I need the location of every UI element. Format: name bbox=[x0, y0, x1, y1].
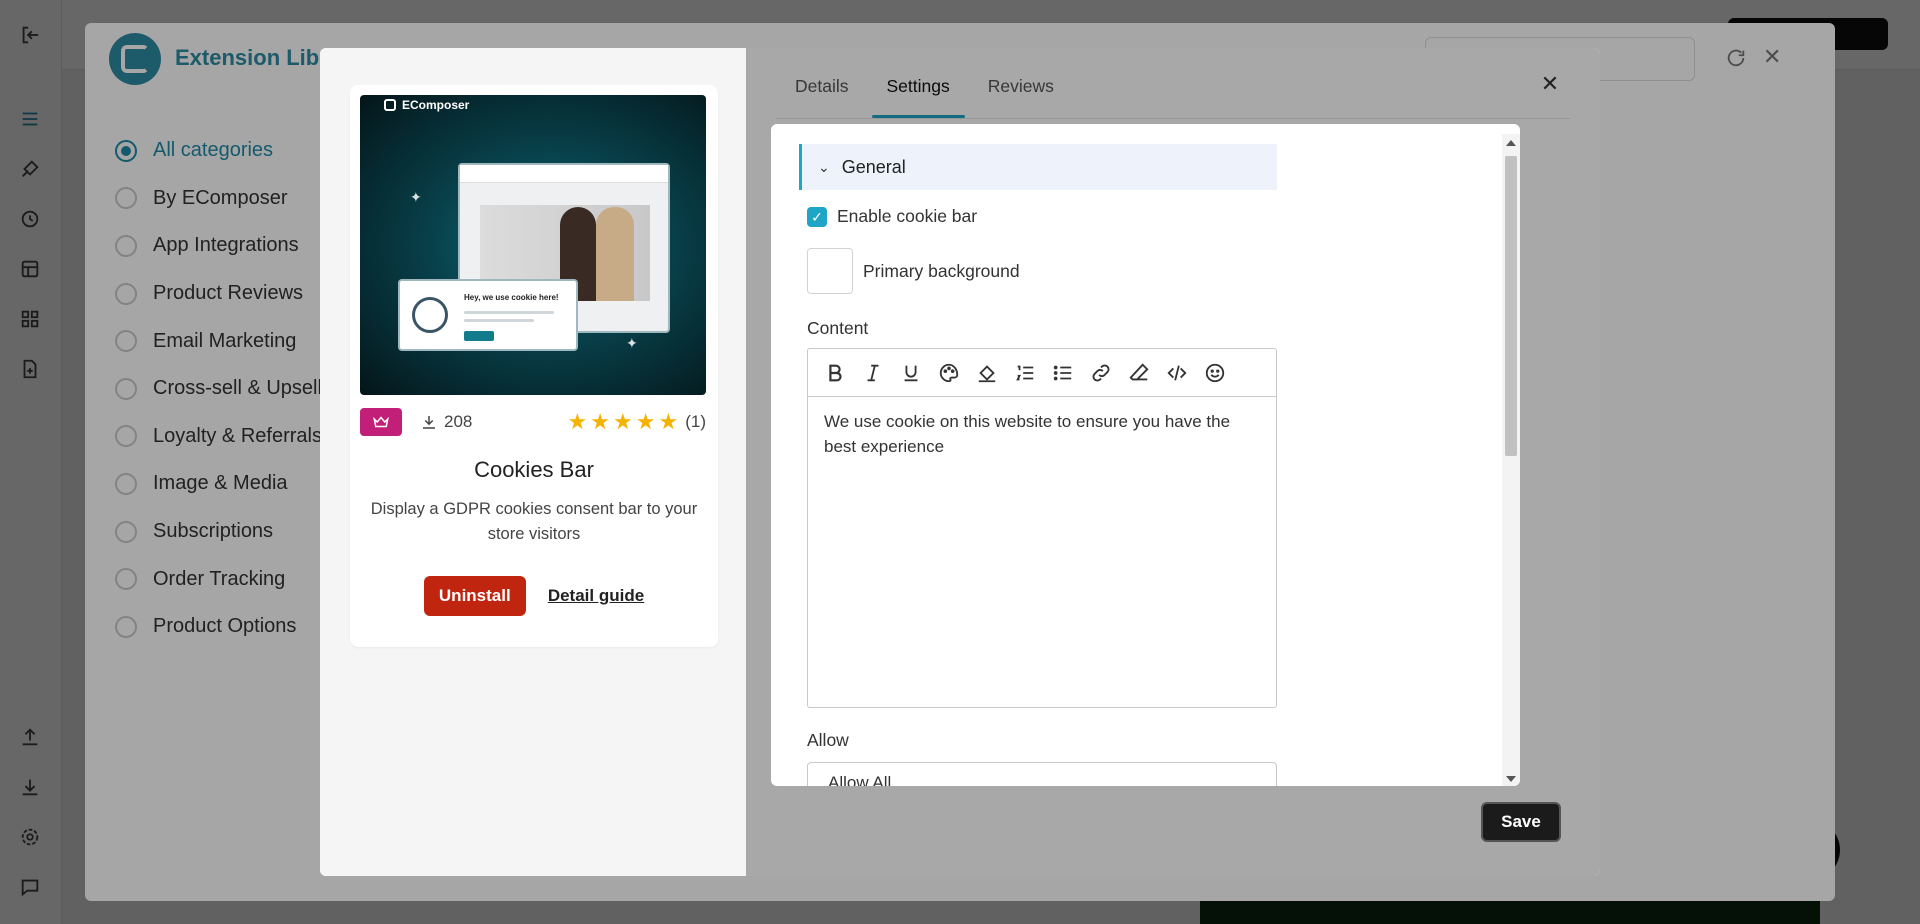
extension-description: Display a GDPR cookies consent bar to yo… bbox=[370, 500, 698, 543]
save-button[interactable]: Save bbox=[1481, 802, 1561, 842]
scroll-up-icon[interactable] bbox=[1506, 140, 1516, 146]
extension-actions: Uninstall Detail guide bbox=[350, 576, 718, 616]
extension-thumbnail: EComposer ✦ ✦ Hey, we use cookie here! bbox=[360, 95, 706, 395]
star-icon: ★ bbox=[567, 409, 588, 434]
settings-panel: ⌄ General ✓ Enable cookie bar Primary ba… bbox=[771, 124, 1520, 786]
sparkle-icon: ✦ bbox=[410, 189, 422, 205]
enable-cookie-bar-checkbox[interactable]: ✓ bbox=[807, 206, 827, 227]
uninstall-button[interactable]: Uninstall bbox=[423, 576, 526, 616]
italic-icon[interactable] bbox=[862, 362, 884, 384]
allow-button-text-input[interactable]: Allow All bbox=[807, 762, 1277, 786]
detail-left-pane: EComposer ✦ ✦ Hey, we use cookie here! 2… bbox=[320, 48, 746, 876]
enable-cookie-bar-row: ✓ Enable cookie bar bbox=[807, 206, 977, 227]
primary-background-color-picker[interactable] bbox=[807, 248, 853, 294]
chevron-down-icon: ⌄ bbox=[818, 158, 830, 175]
settings-scrollbar[interactable] bbox=[1502, 134, 1520, 786]
emoji-icon[interactable] bbox=[1204, 362, 1226, 384]
content-rich-text-editor[interactable]: We use cookie on this website to ensure … bbox=[807, 348, 1277, 708]
star-icon: ★ bbox=[590, 409, 611, 434]
thumbnail-brand: EComposer bbox=[384, 95, 469, 115]
detail-guide-link[interactable]: Detail guide bbox=[548, 586, 644, 606]
eraser-icon[interactable] bbox=[1128, 362, 1150, 384]
content-label: Content bbox=[807, 318, 869, 338]
bold-icon[interactable] bbox=[824, 362, 846, 384]
allow-label: Allow bbox=[807, 730, 849, 750]
sparkle-icon: ✦ bbox=[626, 335, 638, 351]
thumbnail-allow-button bbox=[464, 331, 494, 341]
star-icon: ★ bbox=[658, 409, 679, 434]
crown-icon bbox=[360, 408, 402, 436]
palette-icon[interactable] bbox=[938, 362, 960, 384]
rating: ★ ★ ★ ★ ★ (1) bbox=[568, 411, 706, 433]
rating-count: (1) bbox=[685, 412, 706, 431]
cookie-icon bbox=[412, 297, 448, 333]
download-icon bbox=[423, 416, 435, 429]
fill-icon[interactable] bbox=[976, 362, 998, 384]
ordered-list-icon[interactable] bbox=[1014, 362, 1036, 384]
bullet-list-icon[interactable] bbox=[1052, 362, 1074, 384]
section-general-header[interactable]: ⌄ General bbox=[799, 144, 1277, 190]
extension-meta: 208 ★ ★ ★ ★ ★ (1) bbox=[360, 407, 706, 437]
star-icon: ★ bbox=[635, 409, 656, 434]
code-icon[interactable] bbox=[1166, 362, 1188, 384]
underline-icon[interactable] bbox=[900, 362, 922, 384]
editor-toolbar bbox=[808, 349, 1276, 397]
link-icon[interactable] bbox=[1090, 362, 1112, 384]
star-icon: ★ bbox=[613, 409, 633, 434]
thumbnail-cookie-popup: Hey, we use cookie here! bbox=[398, 279, 578, 351]
scroll-down-icon[interactable] bbox=[1506, 776, 1516, 782]
brand-logo-icon bbox=[384, 99, 396, 111]
primary-background-row: Primary background bbox=[807, 248, 1020, 294]
extension-name: Cookies Bar bbox=[474, 457, 594, 482]
extension-card: EComposer ✦ ✦ Hey, we use cookie here! 2… bbox=[350, 85, 718, 647]
editor-content[interactable]: We use cookie on this website to ensure … bbox=[808, 397, 1276, 471]
download-count: 208 bbox=[420, 412, 472, 432]
scroll-thumb[interactable] bbox=[1505, 156, 1517, 456]
